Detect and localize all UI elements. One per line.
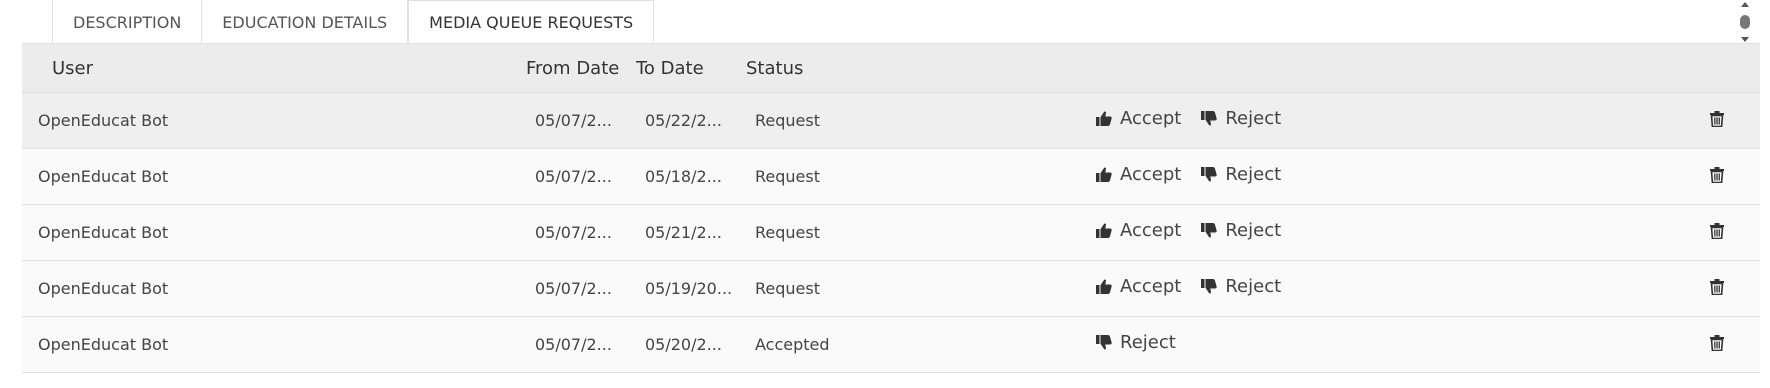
thumbs-up-icon [1096, 167, 1112, 182]
cell-user: OpenEducat Bot [38, 279, 169, 298]
cell-status: Request [755, 167, 820, 186]
media-queue-panel: DESCRIPTION EDUCATION DETAILS MEDIA QUEU… [0, 0, 1770, 388]
cell-delete [1676, 278, 1760, 295]
cell-status: Request [755, 279, 820, 298]
accept-label: Accept [1120, 220, 1182, 241]
cell-delete [1676, 110, 1760, 127]
cell-actions: Reject [1096, 332, 1676, 353]
thumbs-up-icon [1096, 223, 1112, 238]
thumbs-down-icon [1201, 111, 1218, 126]
reject-label: Reject [1225, 164, 1282, 185]
cell-actions: Accept Reject [1096, 108, 1676, 129]
cell-from-date: 05/07/2... [535, 279, 612, 298]
thumbs-down-icon [1096, 335, 1112, 350]
cell-to-date: 05/20/2... [645, 335, 722, 354]
accept-button[interactable]: Accept [1096, 220, 1181, 241]
table-body: OpenEducat Bot 05/07/2... 05/22/2... Req… [22, 93, 1760, 373]
trash-icon[interactable] [1710, 334, 1724, 351]
reject-label: Reject [1225, 276, 1282, 297]
reject-button[interactable]: Reject [1201, 220, 1281, 241]
tab-media-queue-requests[interactable]: MEDIA QUEUE REQUESTS [408, 0, 655, 44]
header-user[interactable]: User [22, 58, 526, 79]
reject-button[interactable]: Reject [1096, 332, 1176, 353]
thumbs-up-icon [1096, 111, 1112, 126]
header-from-date[interactable]: From Date [526, 58, 636, 79]
cell-to-date: 05/21/2... [645, 223, 722, 242]
cell-to-date: 05/18/2... [645, 167, 722, 186]
accept-button[interactable]: Accept [1096, 164, 1181, 185]
cell-to-date: 05/22/2... [645, 111, 722, 130]
cell-from-date: 05/07/2... [535, 223, 612, 242]
trash-icon[interactable] [1710, 222, 1724, 239]
cell-delete [1676, 222, 1760, 239]
reject-label: Reject [1225, 108, 1282, 129]
trash-icon[interactable] [1710, 278, 1724, 295]
cell-status: Accepted [755, 335, 830, 354]
table-row[interactable]: OpenEducat Bot 05/07/2... 05/21/2... Req… [22, 205, 1760, 261]
tab-bar: DESCRIPTION EDUCATION DETAILS MEDIA QUEU… [52, 0, 655, 44]
table-row[interactable]: OpenEducat Bot 05/07/2... 05/20/2... Acc… [22, 317, 1760, 373]
table-row[interactable]: OpenEducat Bot 05/07/2... 05/22/2... Req… [22, 93, 1760, 149]
trash-icon[interactable] [1710, 166, 1724, 183]
requests-table: User From Date To Date Status OpenEducat… [22, 44, 1760, 373]
cell-actions: Accept Reject [1096, 220, 1676, 241]
cell-actions: Accept Reject [1096, 276, 1676, 297]
thumbs-down-icon [1201, 167, 1218, 182]
table-row[interactable]: OpenEducat Bot 05/07/2... 05/18/2... Req… [22, 149, 1760, 205]
reject-button[interactable]: Reject [1201, 164, 1281, 185]
tab-description[interactable]: DESCRIPTION [52, 0, 203, 44]
scroll-thumb[interactable] [1740, 15, 1750, 29]
cell-user: OpenEducat Bot [38, 111, 169, 130]
cell-from-date: 05/07/2... [535, 167, 612, 186]
table-header: User From Date To Date Status [22, 44, 1760, 93]
cell-user: OpenEducat Bot [38, 335, 169, 354]
thumbs-down-icon [1201, 223, 1218, 238]
cell-from-date: 05/07/2... [535, 111, 612, 130]
accept-button[interactable]: Accept [1096, 108, 1181, 129]
scroll-down-arrow-icon[interactable] [1741, 37, 1749, 42]
cell-delete [1676, 166, 1760, 183]
accept-label: Accept [1120, 164, 1182, 185]
cell-user: OpenEducat Bot [38, 223, 169, 242]
scroll-up-arrow-icon[interactable] [1741, 2, 1749, 7]
reject-button[interactable]: Reject [1201, 276, 1281, 297]
cell-status: Request [755, 111, 820, 130]
cell-user: OpenEducat Bot [38, 167, 169, 186]
tab-education-details[interactable]: EDUCATION DETAILS [202, 0, 409, 44]
cell-actions: Accept Reject [1096, 164, 1676, 185]
trash-icon[interactable] [1710, 110, 1724, 127]
accept-label: Accept [1120, 276, 1182, 297]
cell-from-date: 05/07/2... [535, 335, 612, 354]
thumbs-down-icon [1201, 279, 1218, 294]
reject-label: Reject [1120, 332, 1176, 353]
header-status[interactable]: Status [746, 58, 1096, 79]
cell-delete [1676, 334, 1760, 351]
scrollbar[interactable] [1738, 2, 1752, 42]
reject-button[interactable]: Reject [1201, 108, 1281, 129]
thumbs-up-icon [1096, 279, 1112, 294]
cell-status: Request [755, 223, 820, 242]
table-row[interactable]: OpenEducat Bot 05/07/2... 05/19/20... Re… [22, 261, 1760, 317]
header-to-date[interactable]: To Date [636, 58, 746, 79]
accept-button[interactable]: Accept [1096, 276, 1181, 297]
accept-label: Accept [1120, 108, 1182, 129]
reject-label: Reject [1225, 220, 1282, 241]
cell-to-date: 05/19/20... [645, 279, 733, 298]
